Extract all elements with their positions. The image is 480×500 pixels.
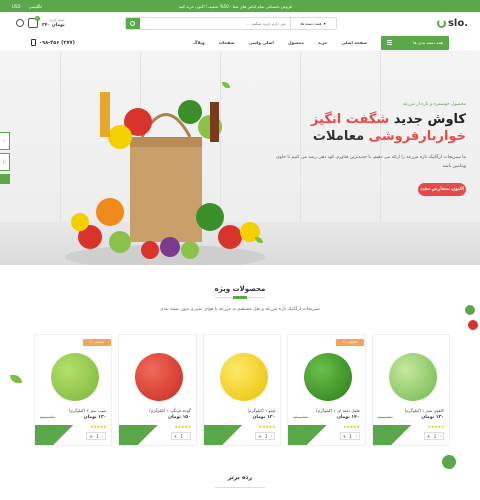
header: 0 سبد خرید ۲۴۰ تومان همه دسته ها▾ slo.	[0, 12, 480, 34]
product-image[interactable]	[388, 353, 437, 401]
title-divider	[215, 296, 265, 299]
product-image[interactable]	[304, 353, 353, 401]
product-price: ۱۳۰ تومان	[83, 415, 107, 420]
user-icon[interactable]	[16, 19, 24, 27]
product-price: ۱۳۰ تومان	[421, 415, 445, 420]
product-card[interactable]: ۲۰ تخفیف فلفل دلمه ای ۱ (کیلوگرم) ۱۴۰ تو…	[287, 334, 366, 446]
cart-count: 0	[35, 16, 40, 21]
chevron-down-icon: ▾	[323, 20, 326, 26]
product-price: ۱۵۰ تومان	[168, 415, 191, 420]
logo-icon	[436, 18, 446, 28]
search-category-select[interactable]: همه دسته ها ▾	[289, 17, 336, 29]
side-chip-3[interactable]	[0, 174, 10, 184]
cart-amount: ۲۴۰ تومان	[42, 23, 65, 28]
grocery-bag-image	[65, 92, 265, 265]
nav-item-main[interactable]: اصلی واسی	[249, 40, 274, 45]
search-button[interactable]	[125, 17, 140, 29]
side-chip-2[interactable]: پیک	[0, 153, 10, 171]
product-image[interactable]	[135, 353, 184, 401]
product-price: ۱۲۰ تومان	[252, 415, 276, 420]
product-card[interactable]: گوجه فرنگی ۱ (کیلوگرم) ۱۵۰ تومان ★★★★★ +…	[118, 334, 197, 446]
hero-title-line2: خواربارفروشی معاملات	[312, 129, 466, 144]
product-card[interactable]: ۲۰ تخفیف سیب سبز ۲ (کیلوگرم) ۱۳۰ تومان ۱…	[34, 334, 113, 446]
product-name[interactable]: کاهوی سبز ۱ (کیلوگرم)	[405, 408, 444, 413]
product-old-price: ۱۶۰ تومان	[40, 415, 56, 419]
nav-item-product[interactable]: محصول	[288, 40, 304, 45]
search-icon	[130, 20, 136, 26]
product-card[interactable]: لیمو ۱ (کیلوگرم) ۱۲۰ تومان ★★★★★ +1-	[202, 334, 282, 446]
cart-icon[interactable]: 0	[28, 16, 40, 28]
product-name[interactable]: فلفل دلمه ای ۱ (کیلوگرم)	[316, 408, 359, 413]
top-bar: USD انگلیسی فروش تابستانی تمام لباس های …	[0, 0, 480, 12]
product-name[interactable]: لیمو ۱ (کیلوگرم)	[248, 408, 276, 413]
search-bar: همه دسته ها▾	[124, 16, 337, 30]
product-card[interactable]: کاهوی سبز ۱ (کیلوگرم) ۱۳۰ تومان ۱۸۰ توما…	[371, 334, 451, 446]
promo-text: فروش تابستانی تمام لباس های شنا - 50% تخ…	[178, 3, 292, 9]
order-now-button[interactable]: اکنون سفارش دهید	[418, 183, 466, 196]
search-input[interactable]	[139, 17, 290, 29]
hero-pre-title: محصول خوشمزه و تازه از مزرعه	[402, 102, 466, 107]
product-price: ۱۴۰ تومان	[336, 415, 360, 420]
nav-menu: صفحه اصلی خرید محصول اصلی واسی صفحات وبل…	[193, 40, 367, 45]
hero-banner: محصول خوشمزه و تازه از مزرعه کاوش جدید ش…	[0, 52, 480, 265]
phone-icon	[31, 39, 36, 46]
leaf-decoration-icon	[10, 375, 22, 383]
cart[interactable]: 0 سبد خرید ۲۴۰ تومان	[12, 16, 65, 29]
leaf-decoration-icon	[465, 305, 475, 315]
hero-description: ما سبزیجات ارگانیک تازه مزرعه را ارائه م…	[276, 155, 466, 169]
nav-item-pages[interactable]: صفحات	[219, 40, 235, 45]
hero-text: محصول خوشمزه و تازه از مزرعه کاوش جدید ش…	[258, 102, 466, 196]
hero-title-line1: کاوش جدید شگفت انگیز	[310, 112, 466, 127]
nav-item-shop[interactable]: خرید	[318, 40, 328, 45]
top-category-title: رده برتر	[227, 474, 253, 481]
discount-badge: ۲۰ تخفیف	[83, 339, 111, 346]
page: USD انگلیسی فروش تابستانی تمام لباس های …	[0, 0, 480, 500]
leaf-badge-icon	[442, 455, 456, 469]
category-button[interactable]: همه دسته بندی ها	[381, 35, 449, 50]
product-cards: ۲۰ تخفیف سیب سبز ۲ (کیلوگرم) ۱۳۰ تومان ۱…	[34, 334, 451, 446]
nav-item-blog[interactable]: وبلاگ	[193, 40, 205, 45]
title-divider	[215, 487, 265, 488]
product-old-price: ۱۸۰ تومان	[293, 415, 309, 419]
featured-description: سبزیجات ارگانیک تازه مزرعه و نقل مستقیم …	[160, 307, 320, 312]
nav-item-home[interactable]: صفحه اصلی	[341, 40, 367, 45]
featured-title: محصولات ویژه	[214, 285, 266, 293]
product-name[interactable]: گوجه فرنگی ۱ (کیلوگرم)	[149, 408, 191, 413]
currency-select[interactable]: USD	[12, 4, 21, 9]
side-chip-1[interactable]: ت	[0, 132, 10, 150]
side-chips: ت پیک	[0, 132, 10, 184]
tomato-decoration-icon	[468, 320, 478, 330]
discount-badge: ۲۰ تخفیف	[336, 339, 365, 346]
menu-icon	[387, 40, 392, 45]
phone[interactable]: ۰۹۸-۴۵۶ (۲۷۷)	[31, 39, 75, 46]
product-image[interactable]	[51, 353, 99, 401]
product-old-price: ۱۸۰ تومان	[377, 415, 393, 419]
product-image[interactable]	[219, 353, 268, 401]
logo[interactable]: slo.	[436, 18, 468, 29]
product-name[interactable]: سیب سبز ۲ (کیلوگرم)	[69, 408, 106, 413]
main-nav: ۰۹۸-۴۵۶ (۲۷۷) صفحه اصلی خرید محصول اصلی …	[0, 34, 480, 52]
language-select[interactable]: انگلیسی	[29, 4, 43, 9]
